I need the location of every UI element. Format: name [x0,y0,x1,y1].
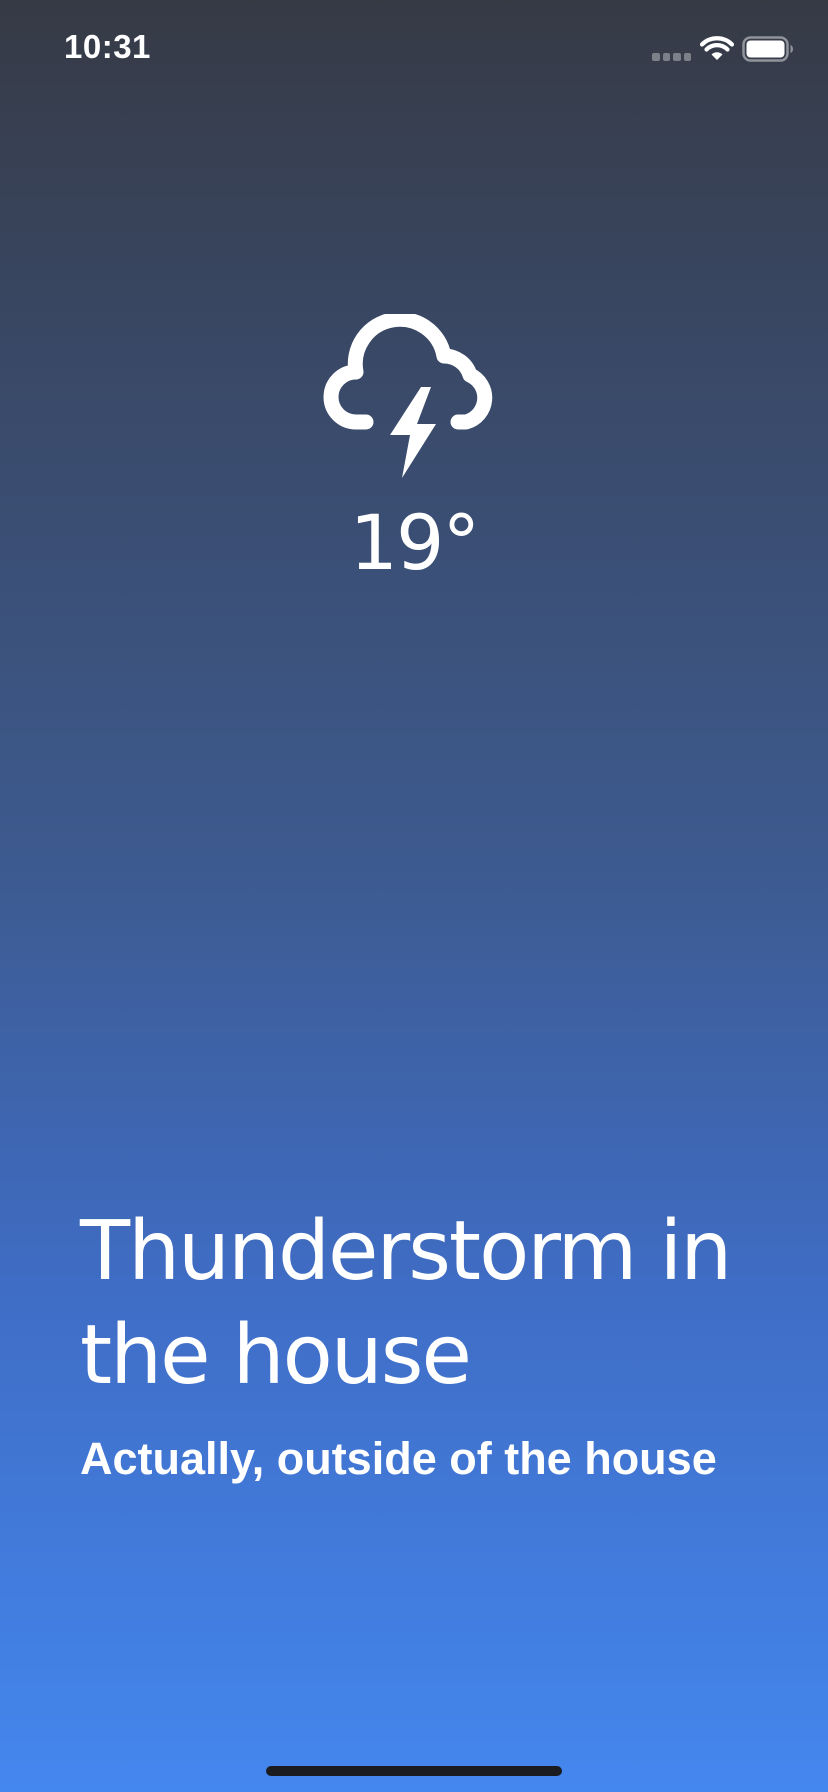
battery-icon [742,36,793,62]
weather-screen: 10:31 19° Thunderstorm in the house Actu… [0,0,828,1792]
cellular-signal-icon [652,53,692,63]
temperature: 19° [349,498,481,587]
status-bar: 10:31 [0,0,828,100]
wifi-icon [700,36,734,60]
status-time: 10:31 [64,28,151,65]
thunderstorm-cloud-icon [323,314,493,478]
home-indicator[interactable] [266,1766,562,1776]
weather-subheadline: Actually, outside of the house [80,1433,717,1484]
weather-headline: Thunderstorm in the house [80,1204,732,1403]
